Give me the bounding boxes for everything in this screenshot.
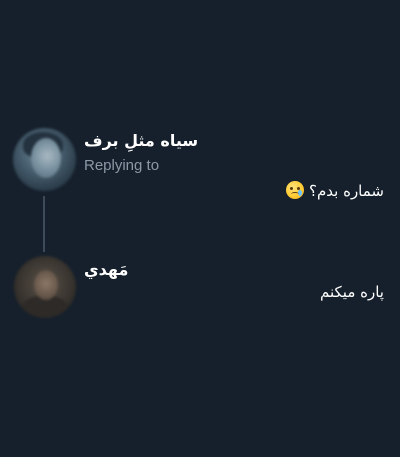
tweet-text-1: شماره بدم؟ [284, 181, 384, 200]
avatar-face [34, 270, 58, 300]
author-name-2[interactable]: مَهدي [84, 260, 128, 279]
smiling-face-with-tear-icon [286, 181, 305, 199]
tweet-text-2: پاره میکنم [320, 283, 384, 301]
author-name-1[interactable]: سیاه مثلِ برف [84, 131, 198, 150]
replying-to-label: Replying to [84, 157, 160, 174]
tweet-text-1-content: شماره بدم؟ [309, 182, 384, 200]
author-avatar-1[interactable] [13, 128, 76, 191]
thread-connector-line [43, 196, 45, 252]
avatar-face [31, 138, 61, 178]
author-avatar-2[interactable] [14, 256, 76, 318]
tweet-thread: سیاه مثلِ برف Replying to شماره بدم؟ مَه… [0, 0, 400, 457]
